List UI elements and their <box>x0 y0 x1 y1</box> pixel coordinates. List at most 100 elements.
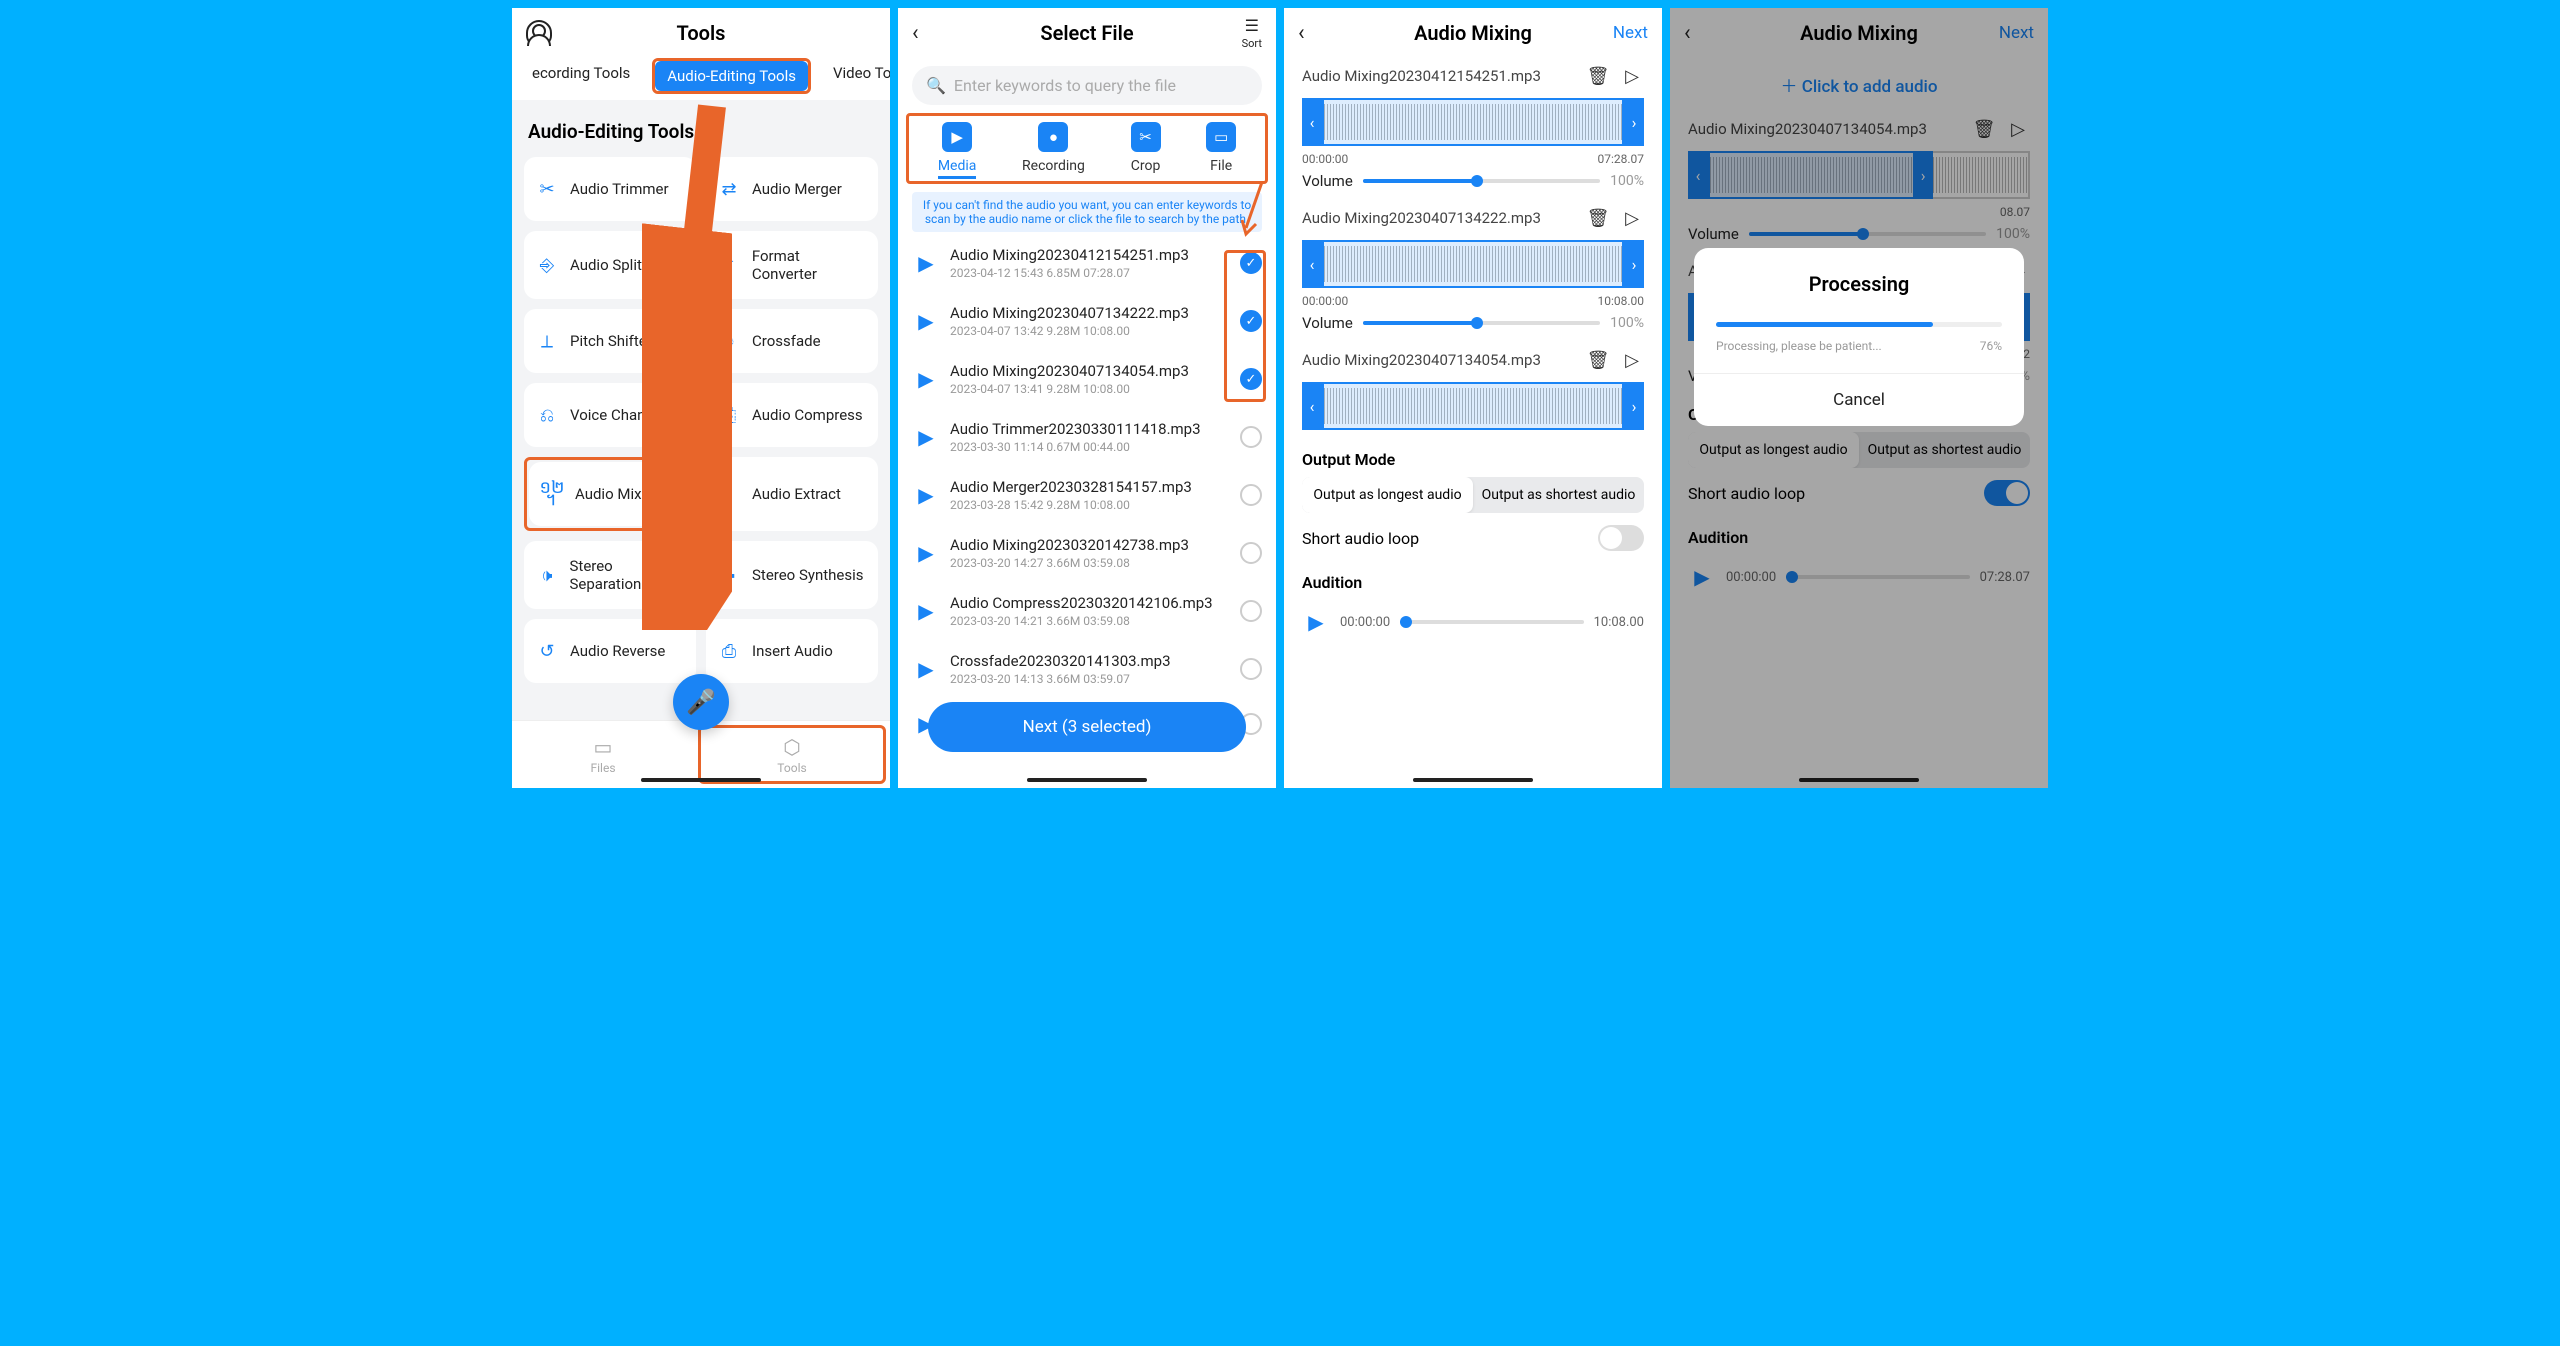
play-icon[interactable]: ▷ <box>1620 64 1644 88</box>
play-icon[interactable]: ▶ <box>912 249 940 277</box>
tab-video[interactable]: Video Tools <box>821 58 890 94</box>
tool-audio-trimmer[interactable]: ✂Audio Trimmer <box>524 157 696 221</box>
select-checkbox[interactable] <box>1240 484 1262 506</box>
volume-slider[interactable] <box>1363 179 1600 183</box>
file-meta: 2023-03-28 15:42 9.28M 10:08.00 <box>950 498 1230 512</box>
trim-right-icon[interactable]: › <box>1913 151 1933 199</box>
play-icon[interactable]: ▶ <box>912 365 940 393</box>
tool-voice-changer[interactable]: ⎌Voice Changer <box>524 383 696 447</box>
play-icon[interactable]: ▶ <box>912 481 940 509</box>
trim-right-icon[interactable]: › <box>1624 240 1644 288</box>
src-tab-file[interactable]: ▭File <box>1206 122 1236 179</box>
play-icon[interactable]: ▶ <box>912 539 940 567</box>
nav-tools[interactable]: ⬡ Tools <box>698 725 886 784</box>
loop-toggle[interactable] <box>1598 525 1644 551</box>
crop-icon: ✂ <box>1131 122 1161 152</box>
tool-crossfade[interactable]: ◌Crossfade <box>706 309 878 373</box>
seg-longest[interactable]: Output as longest audio <box>1688 432 1859 468</box>
file-name: Crossfade20230320141303.mp3 <box>950 652 1230 670</box>
tool-stereo-synthesis[interactable]: 🕪Stereo Synthesis <box>706 541 878 609</box>
select-checkbox[interactable] <box>1240 600 1262 622</box>
sort-button[interactable]: ☰ Sort <box>1242 16 1262 50</box>
delete-icon[interactable]: 🗑 <box>1972 117 1996 141</box>
back-icon[interactable]: ‹ <box>1298 21 1305 46</box>
tool-audio-reverse[interactable]: ↺Audio Reverse <box>524 619 696 683</box>
tool-audio-compress[interactable]: ⎘Audio Compress <box>706 383 878 447</box>
file-row[interactable]: ▶Audio Mixing20230412154251.mp32023-04-1… <box>912 234 1262 292</box>
src-tab-media[interactable]: ▶Media <box>938 122 977 179</box>
tool-pitch-shifter[interactable]: ⟂Pitch Shifter <box>524 309 696 373</box>
trim-right-icon[interactable]: › <box>1624 382 1644 430</box>
play-icon[interactable]: ▶ <box>1688 563 1716 591</box>
trim-left-icon[interactable]: ‹ <box>1302 382 1322 430</box>
tool-format-converter[interactable]: ⇪Format Converter <box>706 231 878 299</box>
src-tab-recording[interactable]: ●Recording <box>1022 122 1085 179</box>
next-link[interactable]: Next <box>1999 23 2034 43</box>
next-button[interactable]: Next (3 selected) <box>928 702 1246 752</box>
file-row[interactable]: ▶Audio Trimmer20230330111418.mp32023-03-… <box>912 408 1262 466</box>
waveform[interactable] <box>1322 240 1624 288</box>
seg-shortest[interactable]: Output as shortest audio <box>1859 432 2030 468</box>
select-checkbox[interactable]: ✓ <box>1240 252 1262 274</box>
select-checkbox[interactable]: ✓ <box>1240 368 1262 390</box>
select-checkbox[interactable] <box>1240 426 1262 448</box>
select-checkbox[interactable] <box>1240 658 1262 680</box>
file-row[interactable]: ▶Audio Merger20230328154157.mp32023-03-2… <box>912 466 1262 524</box>
mic-fab[interactable]: 🎤 <box>673 674 729 730</box>
search-input[interactable]: 🔍 Enter keywords to query the file <box>912 66 1262 105</box>
next-link[interactable]: Next <box>1613 23 1648 43</box>
back-icon[interactable]: ‹ <box>1684 21 1691 46</box>
tool-stereo-separation[interactable]: 🕩Stereo Separation <box>524 541 696 609</box>
tool-audio-merger[interactable]: ⇄Audio Merger <box>706 157 878 221</box>
trim-left-icon[interactable]: ‹ <box>1688 151 1708 199</box>
play-icon[interactable]: ▶ <box>912 423 940 451</box>
file-name: Audio Mixing20230407134054.mp3 <box>950 362 1230 380</box>
file-row[interactable]: ▶Audio Mixing20230407134054.mp32023-04-0… <box>912 350 1262 408</box>
audition-slider[interactable] <box>1786 575 1969 579</box>
trim-left-icon[interactable]: ‹ <box>1302 240 1322 288</box>
tab-audio-editing[interactable]: Audio-Editing Tools <box>655 61 808 91</box>
profile-icon[interactable] <box>526 20 552 46</box>
volume-slider[interactable] <box>1363 321 1600 325</box>
add-audio-button[interactable]: ＋ Click to add audio <box>1670 58 2048 111</box>
waveform-selected[interactable] <box>1708 151 1913 199</box>
audition-slider[interactable] <box>1400 620 1583 624</box>
tool-label: Audio Splitter <box>570 256 660 274</box>
loop-row: Short audio loop <box>1284 513 1662 563</box>
select-checkbox[interactable] <box>1240 542 1262 564</box>
trim-right-icon[interactable]: › <box>1624 98 1644 146</box>
tab-recording[interactable]: ecording Tools <box>520 58 642 94</box>
delete-icon[interactable]: 🗑 <box>1586 206 1610 230</box>
waveform-rest[interactable] <box>1933 151 2030 199</box>
file-row[interactable]: ▶Audio Mixing20230320142738.mp32023-03-2… <box>912 524 1262 582</box>
play-icon[interactable]: ▶ <box>912 597 940 625</box>
play-icon[interactable]: ▷ <box>1620 206 1644 230</box>
waveform[interactable] <box>1322 98 1624 146</box>
volume-slider[interactable] <box>1749 232 1986 236</box>
screen-processing: ‹ Audio Mixing Next ＋ Click to add audio… <box>1670 8 2048 788</box>
tool-audio-mix[interactable]: ᧬Audio Mix <box>529 462 691 526</box>
delete-icon[interactable]: 🗑 <box>1586 64 1610 88</box>
play-icon[interactable]: ▶ <box>912 655 940 683</box>
src-tab-crop[interactable]: ✂Crop <box>1131 122 1161 179</box>
file-row[interactable]: ▶Audio Mixing20230407134222.mp32023-04-0… <box>912 292 1262 350</box>
select-checkbox[interactable]: ✓ <box>1240 310 1262 332</box>
loop-toggle[interactable] <box>1984 480 2030 506</box>
file-row[interactable]: ▶Audio Compress20230320142106.mp32023-03… <box>912 582 1262 640</box>
play-icon[interactable]: ▶ <box>912 307 940 335</box>
play-icon[interactable]: ▷ <box>1620 348 1644 372</box>
seg-longest[interactable]: Output as longest audio <box>1302 477 1473 513</box>
tool-insert-audio[interactable]: ⎙Insert Audio <box>706 619 878 683</box>
play-icon[interactable]: ▷ <box>2006 117 2030 141</box>
waveform[interactable] <box>1322 382 1624 430</box>
trim-left-icon[interactable]: ‹ <box>1302 98 1322 146</box>
seg-shortest[interactable]: Output as shortest audio <box>1473 477 1644 513</box>
tool-audio-splitter[interactable]: ⎆Audio Splitter <box>524 231 696 299</box>
cancel-button[interactable]: Cancel <box>1694 373 2024 426</box>
file-name: Audio Mixing20230412154251.mp3 <box>950 246 1230 264</box>
tool-audio-extract[interactable]: ♪Audio Extract <box>706 457 878 531</box>
back-icon[interactable]: ‹ <box>912 21 919 46</box>
delete-icon[interactable]: 🗑 <box>1586 348 1610 372</box>
file-row[interactable]: ▶Crossfade20230320141303.mp32023-03-20 1… <box>912 640 1262 698</box>
play-icon[interactable]: ▶ <box>1302 608 1330 636</box>
